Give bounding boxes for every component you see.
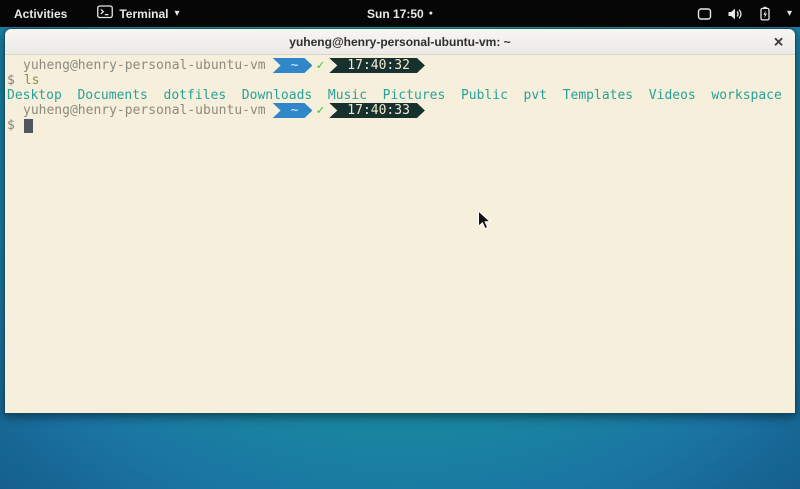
terminal-content[interactable]: yuheng@henry-personal-ubuntu-vm ~ ✓ 17:4… (5, 55, 795, 413)
activities-button[interactable]: Activities (6, 7, 75, 21)
prompt-symbol: $ (7, 73, 15, 88)
prompt-time-segment: 17:40:33 (329, 103, 425, 118)
terminal-app-icon (97, 5, 113, 22)
terminal-window: yuheng@henry-personal-ubuntu-vm: ~ ✕ yuh… (4, 28, 796, 414)
clock-button[interactable]: Sun 17:50 ● (367, 7, 433, 21)
chevron-down-icon: ▾ (787, 8, 792, 19)
prompt-path-segment: ~ (273, 58, 313, 73)
check-icon: ✓ (316, 103, 324, 118)
chevron-down-icon: ▾ (174, 8, 179, 19)
close-icon[interactable]: ✕ (773, 35, 784, 48)
mouse-cursor-icon (477, 210, 492, 236)
terminal-cursor (24, 119, 33, 133)
clock-label: Sun 17:50 (367, 7, 424, 21)
notification-dot-icon: ● (429, 10, 433, 17)
prompt-line: yuheng@henry-personal-ubuntu-vm ~ ✓ 17:4… (7, 58, 793, 73)
current-input-line: $ (7, 118, 793, 133)
screen-icon (697, 7, 712, 21)
gnome-top-bar: Activities Terminal ▾ Sun 17:50 ● (0, 0, 800, 27)
prompt-path-segment: ~ (273, 103, 313, 118)
prompt-line: yuheng@henry-personal-ubuntu-vm ~ ✓ 17:4… (7, 103, 793, 118)
volume-icon (727, 7, 743, 21)
battery-charging-icon (758, 6, 772, 21)
command-line: $ ls (7, 73, 793, 88)
window-titlebar[interactable]: yuheng@henry-personal-ubuntu-vm: ~ ✕ (5, 29, 795, 55)
prompt-user-host: yuheng@henry-personal-ubuntu-vm (23, 58, 266, 73)
window-title: yuheng@henry-personal-ubuntu-vm: ~ (289, 35, 510, 49)
prompt-time-segment: 17:40:32 (329, 58, 425, 73)
prompt-user-host: yuheng@henry-personal-ubuntu-vm (23, 103, 266, 118)
ls-output-line: Desktop Documents dotfiles Downloads Mus… (7, 88, 793, 103)
system-status-menu[interactable]: ▾ (697, 6, 792, 21)
command-text: ls (24, 73, 40, 88)
check-icon: ✓ (316, 58, 324, 73)
app-menu-terminal[interactable]: Terminal ▾ (91, 5, 185, 22)
app-menu-label: Terminal (119, 7, 168, 21)
prompt-symbol: $ (7, 118, 15, 133)
